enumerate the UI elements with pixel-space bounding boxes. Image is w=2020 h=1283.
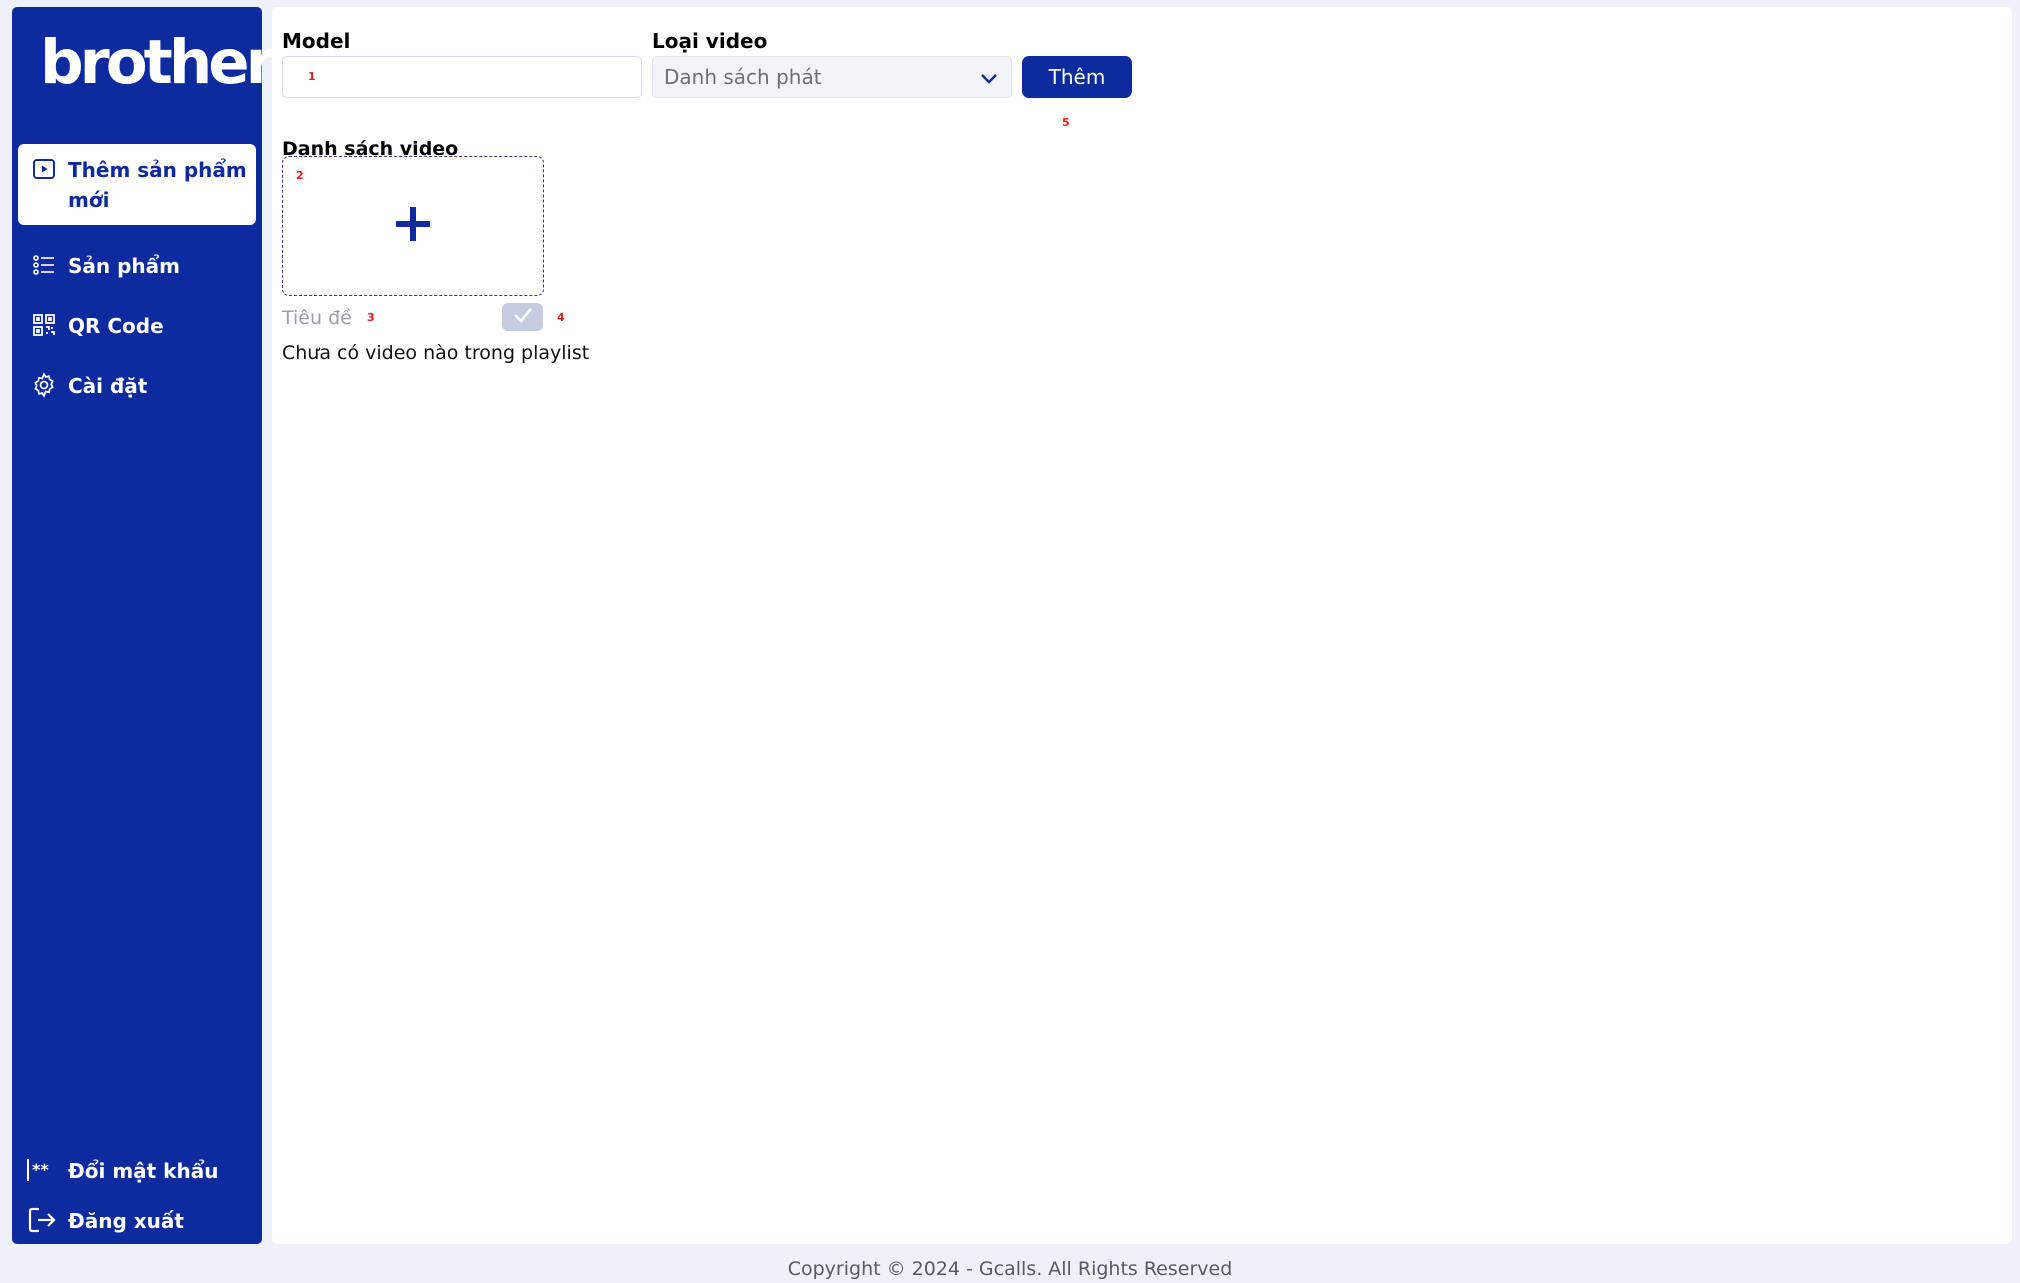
sidebar-item-settings[interactable]: Cài đặt (18, 371, 256, 401)
password-icon: ** (26, 1156, 58, 1184)
sidebar-item-products[interactable]: Sản phẩm (18, 251, 256, 281)
sidebar-item-label: Đăng xuất (68, 1209, 184, 1233)
model-input[interactable] (282, 56, 642, 98)
brother-logo[interactable]: brother (40, 27, 276, 99)
video-type-value: Danh sách phát (664, 65, 822, 89)
confirm-button[interactable] (502, 303, 543, 331)
sidebar-item-change-password[interactable]: ** Đổi mật khẩu (18, 1156, 256, 1186)
qr-code-icon (30, 311, 58, 339)
play-square-icon (30, 155, 58, 183)
sidebar-item-qr-code[interactable]: QR Code (18, 311, 256, 341)
video-type-select[interactable]: Danh sách phát (652, 56, 1012, 98)
marker-3: 3 (367, 311, 375, 324)
gear-icon (30, 371, 58, 399)
sidebar-item-add-product[interactable]: Thêm sản phẩm mới (18, 144, 256, 225)
marker-2: 2 (296, 169, 304, 182)
video-title-input[interactable]: Tiêu đề (282, 303, 502, 333)
video-type-label: Loại video (652, 29, 768, 53)
main-panel: Model 1 Loại video Danh sách phát Thêm 5… (272, 7, 2012, 1244)
sidebar-item-label: QR Code (68, 314, 164, 338)
sidebar-item-logout[interactable]: Đăng xuất (18, 1206, 256, 1236)
check-icon (512, 306, 534, 328)
plus-icon (393, 204, 433, 248)
sidebar: brother Thêm sản phẩm mới Sản phẩm QR Co… (12, 7, 276, 1244)
model-label: Model (282, 29, 351, 53)
marker-1: 1 (308, 70, 316, 83)
marker-5: 5 (1062, 116, 1070, 129)
list-icon (30, 251, 58, 279)
add-button[interactable]: Thêm (1022, 56, 1132, 98)
sidebar-item-label: Sản phẩm (68, 254, 180, 278)
sidebar-item-label: Thêm sản phẩm mới (68, 158, 247, 212)
marker-4: 4 (557, 311, 565, 324)
logout-icon (26, 1206, 58, 1234)
chevron-down-icon (979, 68, 999, 88)
svg-text:**: ** (32, 1160, 49, 1179)
empty-playlist-message: Chưa có video nào trong playlist (282, 342, 590, 364)
sidebar-item-label: Cài đặt (68, 374, 148, 398)
add-video-button[interactable] (282, 156, 544, 296)
sidebar-item-label: Đổi mật khẩu (68, 1159, 219, 1183)
footer-copyright: Copyright © 2024 - Gcalls. All Rights Re… (787, 1258, 1233, 1280)
